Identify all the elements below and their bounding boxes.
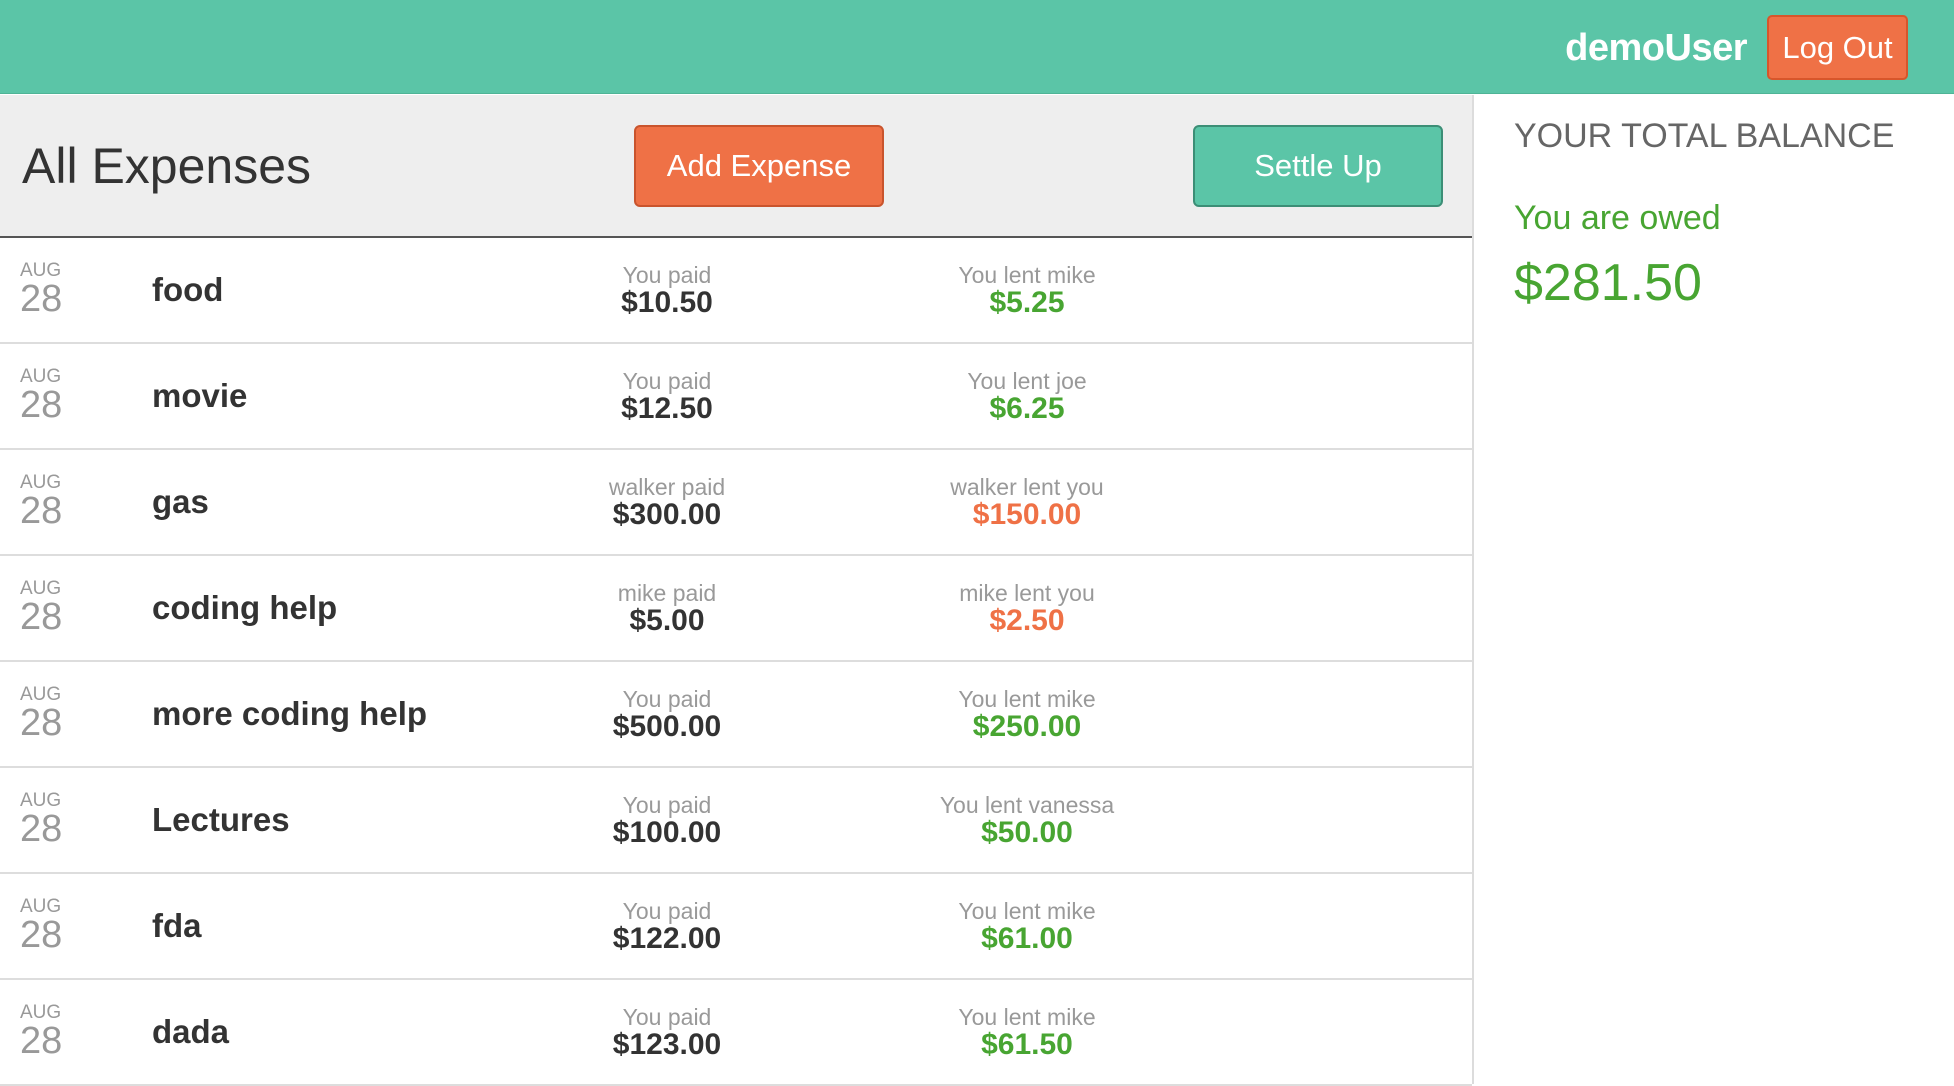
expense-paid: You paid $123.00: [487, 1005, 847, 1060]
lent-label: You lent mike: [958, 686, 1096, 712]
expense-row[interactable]: AUG 28 movie You paid $12.50 You lent joe $6.2…: [0, 344, 1472, 450]
paid-amount: $5.00: [629, 604, 705, 637]
top-navbar: demoUser Log Out: [0, 0, 1954, 94]
lent-label: mike lent you: [959, 580, 1095, 606]
expense-lent: You lent mike $61.00: [847, 899, 1207, 954]
expense-description: Lectures: [152, 801, 290, 838]
expense-date: AUG 28: [20, 579, 90, 638]
lent-label: You lent mike: [958, 262, 1096, 288]
expense-day: 28: [20, 384, 63, 426]
balance-title: YOUR TOTAL BALANCE: [1514, 117, 1895, 155]
expense-date: AUG 28: [20, 685, 90, 744]
paid-label: You paid: [622, 262, 712, 288]
lent-label: You lent mike: [958, 898, 1096, 924]
add-expense-button[interactable]: Add Expense: [634, 125, 884, 207]
expense-day: 28: [20, 702, 63, 744]
expense-description: food: [152, 271, 224, 308]
expense-day: 28: [20, 1020, 63, 1062]
expense-paid: mike paid $5.00: [487, 581, 847, 636]
lent-amount: $2.50: [989, 604, 1065, 637]
expense-paid: walker paid $300.00: [487, 475, 847, 530]
lent-label: walker lent you: [950, 474, 1104, 500]
lent-label: You lent vanessa: [939, 792, 1115, 818]
lent-amount: $6.25: [989, 392, 1065, 425]
expense-description: movie: [152, 377, 248, 414]
expense-date: AUG 28: [20, 1003, 90, 1062]
expense-paid: You paid $122.00: [487, 899, 847, 954]
paid-label: You paid: [622, 686, 712, 712]
expense-row[interactable]: AUG 28 Lectures You paid $100.00 You lent van…: [0, 768, 1472, 874]
lent-amount: $250.00: [972, 710, 1082, 743]
expense-day: 28: [20, 914, 63, 956]
expense-row[interactable]: AUG 28 dada You paid $123.00 You lent mike $61…: [0, 980, 1472, 1086]
expense-description: more coding help: [152, 695, 428, 732]
paid-label: walker paid: [608, 474, 726, 500]
expense-day: 28: [20, 808, 63, 850]
paid-amount: $500.00: [612, 710, 722, 743]
expenses-header: All Expenses Add Expense Settle Up: [0, 95, 1472, 238]
expense-paid: You paid $12.50: [487, 369, 847, 424]
expense-date: AUG 28: [20, 473, 90, 532]
expense-lent: You lent joe $6.25: [847, 369, 1207, 424]
paid-label: You paid: [622, 898, 712, 924]
expense-description: gas: [152, 483, 209, 520]
expense-row[interactable]: AUG 28 fda You paid $122.00 You lent mike $61.…: [0, 874, 1472, 980]
expense-lent: You lent mike $5.25: [847, 263, 1207, 318]
expense-description: coding help: [152, 589, 338, 626]
balance-amount: $281.50: [1514, 254, 1702, 312]
expense-paid: You paid $500.00: [487, 687, 847, 742]
page-title: All Expenses: [22, 138, 312, 194]
expense-lent: walker lent you $150.00: [847, 475, 1207, 530]
expense-date: AUG 28: [20, 791, 90, 850]
lent-label: You lent joe: [967, 368, 1087, 394]
lent-amount: $50.00: [981, 816, 1073, 849]
expense-day: 28: [20, 596, 63, 638]
paid-label: You paid: [622, 1004, 712, 1030]
logout-button[interactable]: Log Out: [1767, 15, 1908, 80]
username-label: demoUser: [1565, 27, 1747, 69]
paid-amount: $123.00: [612, 1028, 722, 1061]
expense-paid: You paid $100.00: [487, 793, 847, 848]
settle-up-button[interactable]: Settle Up: [1193, 125, 1443, 207]
expense-row[interactable]: AUG 28 gas walker paid $300.00 walker lent yo…: [0, 450, 1472, 556]
expense-day: 28: [20, 490, 63, 532]
expense-description: fda: [152, 907, 202, 944]
lent-amount: $61.50: [981, 1028, 1073, 1061]
lent-amount: $61.00: [981, 922, 1073, 955]
expense-day: 28: [20, 278, 63, 320]
expense-row[interactable]: AUG 28 coding help mike paid $5.00 mike lent …: [0, 556, 1472, 662]
expense-description: dada: [152, 1013, 230, 1050]
balance-status: You are owed: [1514, 199, 1721, 237]
expense-date: AUG 28: [20, 897, 90, 956]
lent-amount: $150.00: [972, 498, 1082, 531]
paid-amount: $300.00: [612, 498, 722, 531]
expenses-panel: All Expenses Add Expense Settle Up AUG 28…: [0, 95, 1474, 1086]
expense-lent: You lent mike $250.00: [847, 687, 1207, 742]
paid-label: You paid: [622, 792, 712, 818]
paid-amount: $100.00: [612, 816, 722, 849]
expense-lent: You lent vanessa $50.00: [847, 793, 1207, 848]
expense-row[interactable]: AUG 28 more coding help You paid $500.00 You …: [0, 662, 1472, 768]
paid-label: You paid: [622, 368, 712, 394]
expense-row[interactable]: AUG 28 food You paid $10.50 You lent mike $5.2…: [0, 238, 1472, 344]
expense-list: AUG 28 food You paid $10.50 You lent mike $5.2…: [0, 238, 1472, 1086]
lent-label: You lent mike: [958, 1004, 1096, 1030]
paid-amount: $122.00: [612, 922, 722, 955]
lent-amount: $5.25: [989, 286, 1065, 319]
expense-paid: You paid $10.50: [487, 263, 847, 318]
balance-panel: YOUR TOTAL BALANCE You are owed $281.50: [1476, 95, 1954, 1084]
expense-lent: mike lent you $2.50: [847, 581, 1207, 636]
expense-date: AUG 28: [20, 261, 90, 320]
expense-lent: You lent mike $61.50: [847, 1005, 1207, 1060]
expense-date: AUG 28: [20, 367, 90, 426]
paid-amount: $12.50: [621, 392, 713, 425]
paid-label: mike paid: [617, 580, 717, 606]
paid-amount: $10.50: [621, 286, 713, 319]
